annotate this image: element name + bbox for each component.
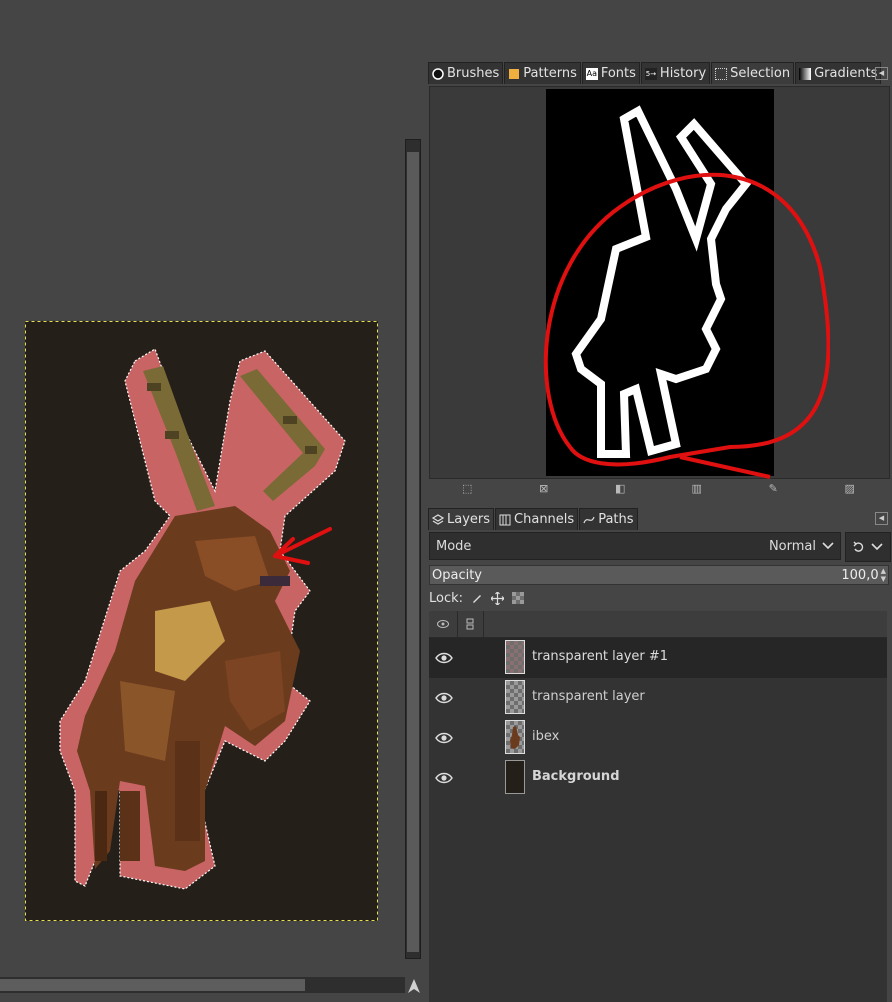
tab-channels-label: Channels [514, 512, 575, 527]
chain-column-icon[interactable] [457, 611, 484, 637]
vertical-scrollbar[interactable] [405, 139, 421, 959]
select-none-icon[interactable]: ⊠ [537, 483, 551, 495]
layers-list-header [429, 611, 887, 638]
select-all-icon[interactable]: ⬚ [460, 483, 474, 495]
opacity-slider[interactable]: Opacity 100,0 ▲ ▼ [429, 565, 889, 585]
navigate-icon[interactable] [405, 977, 423, 995]
tab-menu-icon[interactable]: ◀ [875, 67, 888, 80]
tab-fonts-label: Fonts [600, 66, 636, 81]
channels-icon [499, 514, 511, 525]
tab-channels[interactable]: Channels [495, 508, 579, 530]
tab-brushes-label: Brushes [447, 66, 500, 81]
tab-patterns-label: Patterns [523, 66, 577, 81]
right-dock: Brushes Patterns Aa Fonts 5→ History Sel… [424, 0, 892, 1002]
horizontal-scroll-thumb[interactable] [0, 979, 305, 991]
tab-patterns[interactable]: Patterns [504, 62, 581, 84]
layer-name[interactable]: Background [532, 769, 620, 784]
tab-layers-label: Layers [447, 512, 491, 527]
layer-name[interactable]: transparent layer #1 [532, 649, 668, 664]
mode-select[interactable]: Mode Normal [429, 532, 841, 560]
image-canvas-area[interactable] [0, 0, 424, 1002]
vertical-scroll-thumb[interactable] [407, 152, 419, 952]
chevron-down-icon [822, 542, 834, 550]
layers-icon [432, 513, 444, 525]
mode-row: Mode Normal [429, 532, 891, 562]
tab-paths-label: Paths [598, 512, 634, 527]
horizontal-scrollbar[interactable] [0, 977, 405, 993]
dock-tabbar-top: Brushes Patterns Aa Fonts 5→ History Sel… [428, 62, 882, 84]
invert-selection-icon[interactable]: ◧ [613, 483, 627, 495]
tab-history[interactable]: 5→ History [640, 62, 711, 84]
tab-selection-label: Selection [730, 66, 791, 81]
layer-row[interactable]: ibex [429, 718, 887, 758]
layer-row[interactable]: Background [429, 758, 887, 798]
layers-list[interactable]: transparent layer #1 transparent layer i… [429, 611, 887, 1002]
opacity-spinner[interactable]: ▲ ▼ [881, 567, 886, 583]
save-to-channel-icon[interactable]: ▨ [843, 483, 857, 495]
fonts-icon: Aa [585, 67, 598, 80]
eye-icon[interactable] [435, 651, 453, 665]
dock-tabbar-layers: Layers Channels Paths [428, 508, 639, 530]
composite-mode-button[interactable] [845, 532, 891, 562]
mode-value: Normal [768, 538, 816, 554]
tab-gradients[interactable]: Gradients [795, 62, 882, 84]
layer-row[interactable]: transparent layer [429, 678, 887, 718]
layer-thumbnail [505, 720, 525, 754]
history-icon: 5→ [644, 67, 657, 80]
layers-menu-icon[interactable]: ◀ [875, 512, 888, 525]
layer-thumbnail [505, 760, 525, 794]
tab-brushes[interactable]: Brushes [428, 62, 504, 84]
paths-icon [583, 516, 595, 523]
tab-paths[interactable]: Paths [579, 508, 638, 530]
patterns-icon [508, 67, 521, 80]
eye-icon[interactable] [435, 771, 453, 785]
selection-buttons: ⬚ ⊠ ◧ ▥ ✎ ▨ [429, 478, 888, 500]
opacity-label: Opacity [432, 567, 483, 583]
lock-alpha-icon[interactable] [512, 592, 525, 604]
reset-icon [853, 541, 864, 552]
lock-row: Lock: [429, 588, 525, 608]
selection-editor[interactable] [429, 86, 890, 479]
visibility-column-icon[interactable] [429, 611, 458, 637]
tab-fonts[interactable]: Aa Fonts [581, 62, 640, 84]
tab-selection[interactable]: Selection [711, 62, 795, 84]
layer-name[interactable]: transparent layer [532, 689, 645, 704]
tab-layers[interactable]: Layers [428, 508, 495, 530]
brushes-icon [432, 67, 444, 80]
chevron-down-icon [871, 543, 883, 551]
eye-icon[interactable] [435, 731, 453, 745]
paint-selection-icon[interactable]: ✎ [766, 483, 780, 495]
layer-row[interactable]: transparent layer #1 [429, 638, 887, 678]
layer-thumbnail [505, 640, 525, 674]
stroke-selection-icon[interactable]: ▥ [690, 483, 704, 495]
lock-position-icon[interactable] [491, 591, 505, 605]
mode-label: Mode [436, 538, 472, 554]
tab-gradients-label: Gradients [814, 66, 878, 81]
tab-history-label: History [659, 66, 707, 81]
lock-pixels-icon[interactable] [471, 592, 483, 604]
gradients-icon [799, 67, 812, 80]
eye-icon[interactable] [435, 691, 453, 705]
image-canvas[interactable] [25, 321, 378, 921]
lock-label: Lock: [429, 590, 464, 606]
opacity-value[interactable]: 100,0 [841, 568, 878, 583]
layer-thumbnail [505, 680, 525, 714]
layer-name[interactable]: ibex [532, 729, 559, 744]
selection-icon [715, 67, 728, 80]
